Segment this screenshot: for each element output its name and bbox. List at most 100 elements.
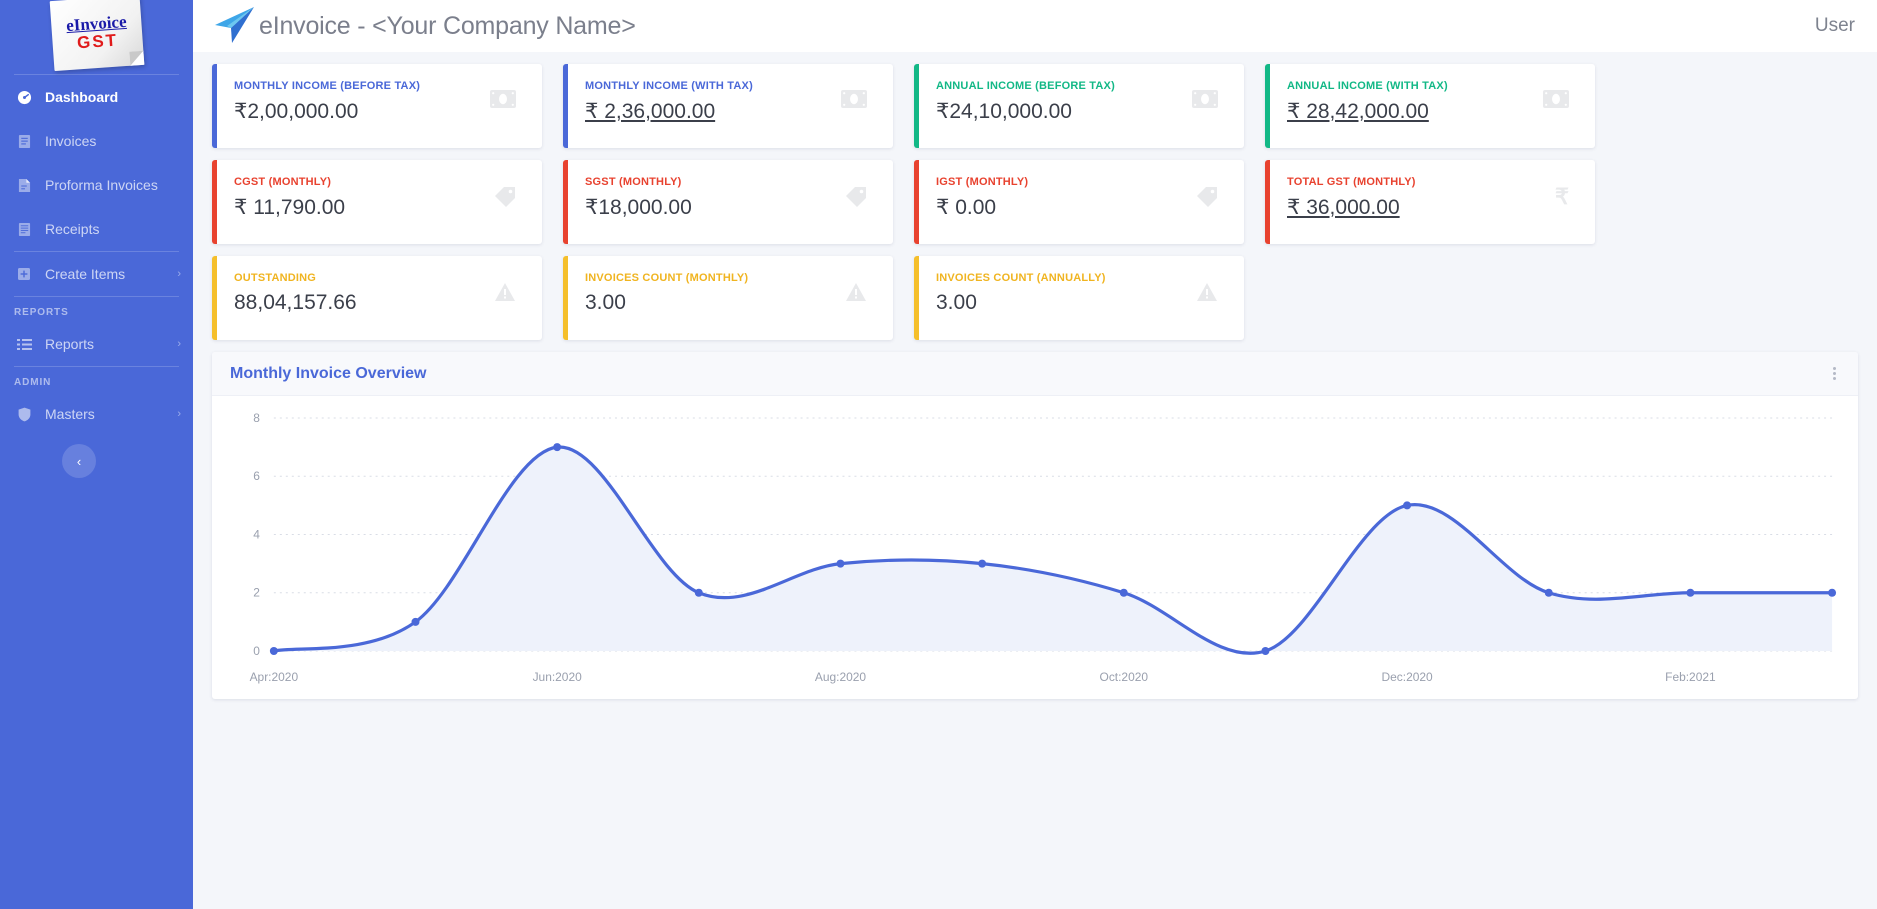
- chart-data-point[interactable]: [1261, 647, 1269, 655]
- stat-card-label: TOTAL GST (MONTHLY): [1287, 176, 1581, 188]
- stat-card-label: MONTHLY INCOME (WITH TAX): [585, 80, 879, 92]
- money-note-icon: [1543, 90, 1569, 108]
- chart-data-point[interactable]: [1120, 589, 1128, 597]
- y-axis-tick: 8: [253, 411, 260, 425]
- stat-card-monthly-income-with-tax[interactable]: MONTHLY INCOME (WITH TAX) ₹ 2,36,000.00: [563, 64, 893, 148]
- chart-panel-header: Monthly Invoice Overview: [212, 352, 1858, 396]
- sidebar-logo[interactable]: eInvoice GST: [0, 0, 193, 74]
- topbar: eInvoice - <Your Company Name> User: [193, 0, 1877, 52]
- chart-data-point[interactable]: [836, 560, 844, 568]
- shield-icon: [14, 406, 34, 422]
- sidebar-item-create-items[interactable]: Create Items ›: [0, 252, 193, 296]
- stat-cards-area: MONTHLY INCOME (BEFORE TAX) ₹2,00,000.00…: [193, 52, 1877, 340]
- chart-data-point[interactable]: [695, 589, 703, 597]
- sidebar-item-dashboard[interactable]: Dashboard: [0, 75, 193, 119]
- stat-card-value: ₹2,00,000.00: [234, 99, 528, 124]
- chevron-right-icon: ›: [177, 268, 181, 280]
- sidebar-item-label: Dashboard: [45, 89, 118, 105]
- stat-card-annual-income-with-tax[interactable]: ANNUAL INCOME (WITH TAX) ₹ 28,42,000.00: [1265, 64, 1595, 148]
- chart-data-point[interactable]: [412, 618, 420, 626]
- money-note-icon: [841, 90, 867, 108]
- dashboard-icon: [14, 89, 34, 105]
- receipt-icon: [14, 221, 34, 237]
- topbar-brand: eInvoice - <Your Company Name>: [211, 2, 636, 51]
- stat-card-annual-income-before-tax[interactable]: ANNUAL INCOME (BEFORE TAX) ₹24,10,000.00: [914, 64, 1244, 148]
- stat-card-row: OUTSTANDING 88,04,157.66 INVOICES COUNT …: [212, 256, 1858, 340]
- y-axis-tick: 4: [253, 527, 260, 541]
- chart-data-point[interactable]: [1828, 589, 1836, 597]
- x-axis-tick: Dec:2020: [1382, 670, 1434, 684]
- sidebar-heading-reports: REPORTS: [0, 297, 193, 322]
- chevron-right-icon: ›: [177, 408, 181, 420]
- stat-card-cgst-monthly[interactable]: CGST (MONTHLY) ₹ 11,790.00: [212, 160, 542, 244]
- stat-card-igst-monthly[interactable]: IGST (MONTHLY) ₹ 0.00: [914, 160, 1244, 244]
- x-axis-tick: Feb:2021: [1665, 670, 1716, 684]
- x-axis-tick: Apr:2020: [250, 670, 299, 684]
- chart-data-point[interactable]: [1545, 589, 1553, 597]
- sidebar-item-label: Proforma Invoices: [45, 177, 158, 193]
- sidebar-item-label: Create Items: [45, 266, 125, 282]
- stat-card-outstanding[interactable]: OUTSTANDING 88,04,157.66: [212, 256, 542, 340]
- chart-data-point[interactable]: [1686, 589, 1694, 597]
- plus-box-icon: [14, 266, 34, 282]
- chart-title: Monthly Invoice Overview: [230, 365, 427, 383]
- app-root: eInvoice GST Dashboard Invoices Proforma…: [0, 0, 1877, 909]
- chart-data-point[interactable]: [270, 647, 278, 655]
- stat-card-label: INVOICES COUNT (ANNUALLY): [936, 272, 1230, 284]
- main-area: eInvoice - <Your Company Name> User MONT…: [193, 0, 1877, 909]
- monthly-invoice-line-chart[interactable]: 02468Apr:2020Jun:2020Aug:2020Oct:2020Dec…: [212, 396, 1858, 699]
- x-axis-tick: Jun:2020: [533, 670, 583, 684]
- stat-card-total-gst-monthly[interactable]: TOTAL GST (MONTHLY) ₹ 36,000.00 ₹: [1265, 160, 1595, 244]
- sidebar-item-reports[interactable]: Reports ›: [0, 322, 193, 366]
- stat-card-value: ₹ 11,790.00: [234, 195, 528, 220]
- chart-data-point[interactable]: [1403, 501, 1411, 509]
- stat-card-invoices-count-monthly[interactable]: INVOICES COUNT (MONTHLY) 3.00: [563, 256, 893, 340]
- sidebar-item-receipts[interactable]: Receipts: [0, 207, 193, 251]
- kebab-menu-icon[interactable]: [1829, 361, 1840, 386]
- stat-card-value: ₹24,10,000.00: [936, 99, 1230, 124]
- x-axis-tick: Aug:2020: [815, 670, 867, 684]
- stat-card-value: 3.00: [585, 291, 879, 315]
- sidebar: eInvoice GST Dashboard Invoices Proforma…: [0, 0, 193, 909]
- stat-card-value: 3.00: [936, 291, 1230, 315]
- x-axis-tick: Oct:2020: [1100, 670, 1149, 684]
- stat-card-label: SGST (MONTHLY): [585, 176, 879, 188]
- sidebar-item-invoices[interactable]: Invoices: [0, 119, 193, 163]
- y-axis-tick: 6: [253, 469, 260, 483]
- chevron-right-icon: ›: [177, 338, 181, 350]
- sidebar-item-proforma-invoices[interactable]: Proforma Invoices: [0, 163, 193, 207]
- sidebar-item-label: Receipts: [45, 221, 99, 237]
- sidebar-heading-admin: ADMIN: [0, 367, 193, 392]
- chart-data-point[interactable]: [978, 560, 986, 568]
- stat-card-value: ₹ 36,000.00: [1287, 195, 1581, 220]
- sidebar-item-masters[interactable]: Masters ›: [0, 392, 193, 436]
- monthly-invoice-overview-panel: Monthly Invoice Overview 02468Apr:2020Ju…: [212, 352, 1858, 699]
- stat-card-value: ₹ 28,42,000.00: [1287, 99, 1581, 124]
- stat-card-sgst-monthly[interactable]: SGST (MONTHLY) ₹18,000.00: [563, 160, 893, 244]
- chart-data-point[interactable]: [553, 443, 561, 451]
- stat-card-value: ₹18,000.00: [585, 195, 879, 220]
- sidebar-item-label: Masters: [45, 406, 95, 422]
- stat-card-row: MONTHLY INCOME (BEFORE TAX) ₹2,00,000.00…: [212, 64, 1858, 148]
- stat-card-label: MONTHLY INCOME (BEFORE TAX): [234, 80, 528, 92]
- tag-icon: [494, 186, 516, 208]
- stat-card-value: ₹ 2,36,000.00: [585, 99, 879, 124]
- money-note-icon: [1192, 90, 1218, 108]
- warning-icon: [494, 282, 516, 302]
- invoice-file-icon: [14, 133, 34, 149]
- logo-card: eInvoice GST: [49, 0, 144, 71]
- list-icon: [14, 336, 34, 352]
- stat-card-invoices-count-annually[interactable]: INVOICES COUNT (ANNUALLY) 3.00: [914, 256, 1244, 340]
- y-axis-tick: 2: [253, 586, 260, 600]
- sidebar-item-label: Invoices: [45, 133, 96, 149]
- sidebar-item-label: Reports: [45, 336, 94, 352]
- stat-card-value: ₹ 0.00: [936, 195, 1230, 220]
- logo-text-gst: GST: [76, 32, 118, 53]
- sidebar-collapse-button[interactable]: ‹: [62, 444, 96, 478]
- rupee-icon: ₹: [1555, 186, 1569, 208]
- stat-card-label: CGST (MONTHLY): [234, 176, 528, 188]
- user-menu[interactable]: User: [1815, 15, 1855, 37]
- stat-card-label: OUTSTANDING: [234, 272, 528, 284]
- stat-card-monthly-income-before-tax[interactable]: MONTHLY INCOME (BEFORE TAX) ₹2,00,000.00: [212, 64, 542, 148]
- money-note-icon: [490, 90, 516, 108]
